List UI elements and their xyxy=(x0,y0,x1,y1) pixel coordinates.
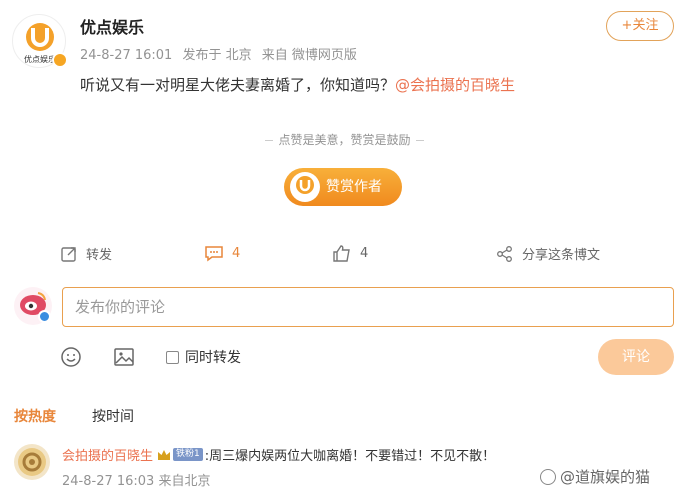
comment-icon xyxy=(205,246,223,262)
tab-sort-by-time[interactable]: 按时间 xyxy=(92,406,134,426)
comment-input[interactable]: 发布你的评论 xyxy=(62,287,674,327)
author-name[interactable]: 优点娱乐 xyxy=(80,14,144,38)
reward-slogan: 点赞是美意，赞赏是鼓励 xyxy=(0,131,689,148)
comment-location: 来自北京 xyxy=(158,474,211,489)
image-icon xyxy=(114,348,134,366)
share-button[interactable]: 分享这条博文 xyxy=(496,244,600,263)
divider xyxy=(415,140,424,141)
image-button[interactable] xyxy=(113,346,135,372)
verified-badge-icon xyxy=(38,310,51,323)
also-repost-option[interactable]: 同时转发 xyxy=(166,347,241,367)
reward-slogan-text: 点赞是美意，赞赏是鼓励 xyxy=(278,133,411,147)
comment-date: 24-8-27 16:03 xyxy=(62,474,155,489)
verified-badge-icon xyxy=(52,52,68,68)
follow-button[interactable]: +关注 xyxy=(606,11,674,41)
comment-text: :周三爆内娱两位大咖离婚！不要错过！不见不散！ xyxy=(204,449,496,464)
share-icon xyxy=(497,245,512,262)
like-button[interactable]: 4 xyxy=(332,244,368,262)
submit-comment-button[interactable]: 评论 xyxy=(598,339,674,375)
camera-avatar-icon xyxy=(18,448,46,476)
post-meta: 24-8-27 16:01 发布于 北京 来自 微博网页版 xyxy=(80,44,363,63)
repost-button[interactable]: 转发 xyxy=(60,244,112,263)
comment-line: 会拍摄的百晓生 铁粉1 :周三爆内娱两位大咖离婚！不要错过！不见不散！ xyxy=(62,445,495,464)
post-location: 发布于 北京 xyxy=(182,48,252,63)
repost-icon xyxy=(61,246,76,262)
share-label: 分享这条博文 xyxy=(522,248,601,263)
comment-meta: 24-8-27 16:03 来自北京 xyxy=(62,470,211,489)
reward-author-button[interactable]: 赞赏作者 xyxy=(284,168,402,206)
thumbs-up-icon xyxy=(333,245,350,262)
post-text: 听说又有一对明星大佬夫妻离婚了，你知道吗？@会拍摄的百晓生 xyxy=(80,74,515,95)
watermark-logo-icon xyxy=(540,468,556,485)
tab-sort-by-hot[interactable]: 按热度 xyxy=(14,406,56,426)
also-repost-label: 同时转发 xyxy=(185,350,241,366)
like-count: 4 xyxy=(360,245,369,261)
post-body: 听说又有一对明星大佬夫妻离婚了，你知道吗？ xyxy=(80,76,396,94)
emoji-icon xyxy=(61,347,81,367)
crown-icon xyxy=(158,449,171,460)
comment-button[interactable]: 4 xyxy=(204,244,240,262)
fan-badge: 铁粉1 xyxy=(173,448,203,461)
post-date[interactable]: 24-8-27 16:01 xyxy=(80,48,172,63)
mention-link[interactable]: @会拍摄的百晓生 xyxy=(395,76,515,94)
comment-count: 4 xyxy=(232,245,241,261)
commenter-name[interactable]: 会拍摄的百晓生 xyxy=(62,445,153,464)
watermark: @道旗娱的猫 xyxy=(540,466,650,487)
reward-button-label: 赞赏作者 xyxy=(326,179,382,195)
emoji-button[interactable] xyxy=(60,346,82,372)
also-repost-checkbox[interactable] xyxy=(166,350,179,364)
commenter-avatar[interactable] xyxy=(14,444,50,480)
post-source: 来自 微博网页版 xyxy=(261,48,357,63)
divider xyxy=(265,140,274,141)
repost-label: 转发 xyxy=(86,248,113,263)
watermark-text: @道旗娱的猫 xyxy=(560,468,651,486)
author-logo-icon xyxy=(290,172,320,202)
